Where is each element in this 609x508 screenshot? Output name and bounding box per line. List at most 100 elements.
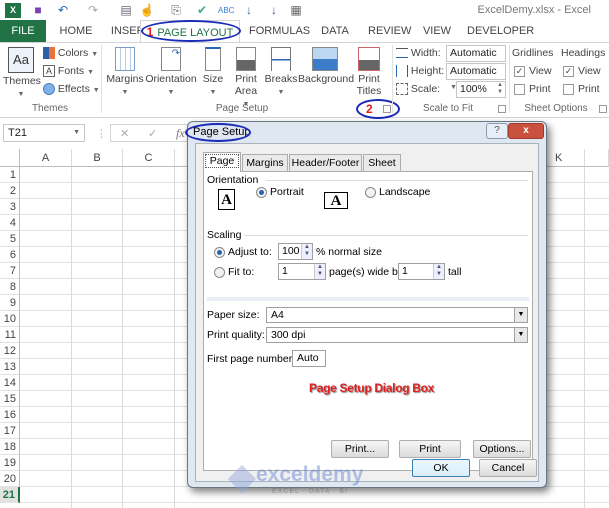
row-header-18[interactable]: 18 (0, 439, 20, 455)
sort-descending-icon[interactable]: ↓ (266, 3, 282, 18)
print-button[interactable]: Print... (331, 440, 389, 458)
tab-formulas[interactable]: FORMULAS (249, 20, 310, 42)
orientation-button[interactable]: ↷ Orientation ▼ (145, 47, 197, 99)
adjust-to-spinner[interactable]: 100 ▲ ▼ (278, 243, 313, 260)
column-header-b[interactable]: B (72, 149, 123, 167)
spelling-icon[interactable]: ABC (218, 3, 234, 18)
height-dropdown[interactable]: Automatic ▼ (446, 63, 506, 91)
row-header-19[interactable]: 19 (0, 455, 20, 471)
tab-sheet[interactable]: Sheet (363, 154, 401, 171)
column-header-l[interactable] (585, 149, 609, 167)
landscape-radio[interactable] (365, 187, 376, 198)
print-quality-select[interactable]: 300 dpi ▼ (266, 327, 528, 343)
row-header-2[interactable]: 2 (0, 183, 20, 199)
tab-page[interactable]: Page (203, 152, 241, 172)
touch-mode-icon[interactable]: ☝ (139, 3, 155, 18)
row-header-1[interactable]: 1 (0, 167, 20, 183)
breaks-button[interactable]: Breaks ▼ (264, 47, 298, 99)
undo-icon[interactable]: ↶ (55, 3, 71, 18)
cancel-button[interactable]: Cancel (479, 459, 537, 477)
print-preview-button[interactable]: Print Preview (399, 440, 461, 471)
print-titles-button[interactable]: Print Titles (354, 47, 384, 97)
landscape-label[interactable]: Landscape (379, 186, 430, 198)
column-header-c[interactable]: C (123, 149, 175, 167)
tab-file[interactable]: FILE (0, 20, 46, 42)
save-icon[interactable]: ■ (30, 3, 46, 18)
chevron-down-icon[interactable]: ▼ (73, 125, 80, 141)
first-page-number-input[interactable]: Auto (292, 350, 326, 367)
themes-button[interactable]: Aa Themes ▼ (3, 47, 41, 101)
fonts-button[interactable]: A Fonts ▼ (43, 65, 94, 78)
fit-wide-spinner[interactable]: 1 ▲ ▼ (278, 263, 326, 280)
tab-view[interactable]: VIEW (422, 20, 452, 42)
row-header-21[interactable]: 21 (0, 487, 20, 503)
tab-header-footer[interactable]: Header/Footer (289, 154, 362, 171)
cancel-icon[interactable]: ✕ (120, 127, 129, 140)
spin-arrows-icon[interactable]: ▲ ▼ (314, 264, 325, 279)
spin-arrows-icon[interactable]: ▲ ▼ (497, 82, 503, 96)
portrait-radio[interactable] (256, 187, 267, 198)
name-box[interactable]: T21 ▼ (3, 124, 85, 142)
tab-developer[interactable]: DEVELOPER (467, 20, 534, 42)
gridlines-view-checkbox[interactable]: ✓ View (514, 65, 552, 77)
insert-function-icon[interactable]: fx (176, 126, 185, 141)
row-header-9[interactable]: 9 (0, 295, 20, 311)
sort-ascending-icon[interactable]: ↓ (241, 3, 257, 18)
row-header-15[interactable]: 15 (0, 391, 20, 407)
row-header-10[interactable]: 10 (0, 311, 20, 327)
background-button[interactable]: Background (298, 47, 354, 85)
form-icon[interactable]: ▤ (118, 3, 134, 18)
margins-button[interactable]: Margins ▼ (105, 47, 145, 99)
row-header-3[interactable]: 3 (0, 199, 20, 215)
row-header-4[interactable]: 4 (0, 215, 20, 231)
fit-to-label[interactable]: Fit to: (228, 266, 254, 278)
headings-view-checkbox[interactable]: ✓ View (563, 65, 601, 77)
fit-tall-spinner[interactable]: 1 ▲ ▼ (398, 263, 445, 280)
width-dropdown[interactable]: Automatic ▼ (446, 45, 506, 73)
tab-margins[interactable]: Margins (242, 154, 288, 171)
help-button[interactable]: ? (486, 123, 508, 139)
fit-to-radio[interactable] (214, 267, 225, 278)
tab-review[interactable]: REVIEW (368, 20, 411, 42)
chevron-down-icon[interactable]: ▼ (514, 328, 527, 342)
row-header-20[interactable]: 20 (0, 471, 20, 487)
row-header-14[interactable]: 14 (0, 375, 20, 391)
row-header-7[interactable]: 7 (0, 263, 20, 279)
attach-icon[interactable]: ⎘ (168, 3, 184, 18)
enter-icon[interactable]: ✓ (148, 127, 157, 140)
adjust-to-label[interactable]: Adjust to: (228, 246, 272, 258)
row-header-17[interactable]: 17 (0, 423, 20, 439)
row-header-6[interactable]: 6 (0, 247, 20, 263)
approve-icon[interactable]: ✔ (194, 3, 210, 18)
chevron-down-icon[interactable]: ▼ (514, 308, 527, 322)
row-header-13[interactable]: 13 (0, 359, 20, 375)
sheet-options-launcher[interactable] (599, 105, 607, 113)
row-header-12[interactable]: 12 (0, 343, 20, 359)
row-header-11[interactable]: 11 (0, 327, 20, 343)
options-button[interactable]: Options... (473, 440, 531, 458)
paper-size-select[interactable]: A4 ▼ (266, 307, 528, 323)
row-header-8[interactable]: 8 (0, 279, 20, 295)
calculator-icon[interactable]: ▦ (288, 3, 304, 18)
adjust-to-radio[interactable] (214, 247, 225, 258)
headings-print-checkbox[interactable]: Print (563, 83, 600, 95)
print-area-button[interactable]: Print Area ▼ (230, 47, 262, 111)
column-header-k[interactable]: K (547, 149, 585, 167)
row-header-16[interactable]: 16 (0, 407, 20, 423)
ok-button[interactable]: OK (412, 459, 470, 477)
close-button[interactable]: x (508, 123, 544, 139)
row-header-5[interactable]: 5 (0, 231, 20, 247)
spin-arrows-icon[interactable]: ▲ ▼ (301, 244, 312, 259)
portrait-label[interactable]: Portrait (270, 186, 304, 198)
effects-button[interactable]: Effects ▼ (43, 83, 100, 96)
spin-arrows-icon[interactable]: ▲ ▼ (433, 264, 444, 279)
gridlines-print-checkbox[interactable]: Print (514, 83, 551, 95)
column-header-a[interactable]: A (20, 149, 72, 167)
scale-to-fit-launcher[interactable] (498, 105, 506, 113)
select-all-corner[interactable] (0, 149, 20, 167)
colors-button[interactable]: Colors ▼ (43, 47, 98, 60)
tab-home[interactable]: HOME (58, 20, 94, 42)
tab-data[interactable]: DATA (320, 20, 350, 42)
redo-icon[interactable]: ↷ (85, 3, 101, 18)
size-button[interactable]: Size ▼ (201, 47, 225, 99)
